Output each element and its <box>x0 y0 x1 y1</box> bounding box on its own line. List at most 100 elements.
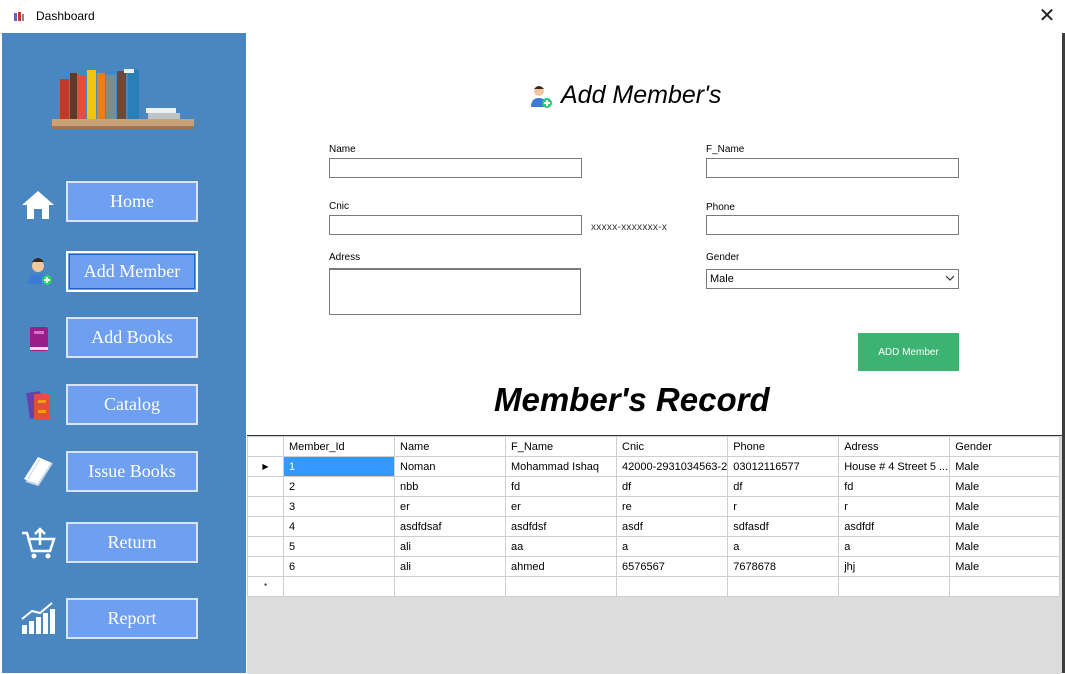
table-cell[interactable]: 7678678 <box>727 556 840 577</box>
row-selected-marker[interactable]: ▶ <box>247 456 284 477</box>
table-cell[interactable]: Male <box>949 556 1061 577</box>
table-cell[interactable]: aa <box>505 536 617 557</box>
table-cell[interactable]: asdf <box>615 516 729 537</box>
table-cell[interactable]: fd <box>838 476 951 497</box>
table-cell[interactable]: df <box>727 476 840 497</box>
sidebar-item-catalog[interactable]: Catalog <box>2 382 246 432</box>
book-icon <box>30 327 48 351</box>
column-header[interactable]: F_Name <box>505 436 617 457</box>
table-cell[interactable] <box>838 576 951 597</box>
table-cell[interactable]: 4 <box>283 516 395 537</box>
table-row[interactable]: 4 asdfdsaf asdfdsf asdf sdfasdf asdfdf M… <box>247 516 1061 537</box>
table-cell[interactable]: 03012116577 <box>727 456 840 477</box>
table-cell[interactable]: asdfdsf <box>505 516 617 537</box>
table-cell[interactable]: 42000-2931034563-2 <box>615 456 729 477</box>
table-cell[interactable]: df <box>615 476 729 497</box>
table-cell[interactable]: 6 <box>283 556 395 577</box>
table-cell[interactable]: a <box>838 536 951 557</box>
home-button[interactable]: Home <box>66 181 198 222</box>
column-header[interactable]: Adress <box>838 436 951 457</box>
table-cell[interactable]: 5 <box>283 536 395 557</box>
close-button[interactable]: ✕ <box>1029 0 1065 32</box>
issue-books-button[interactable]: Issue Books <box>66 451 198 492</box>
row-header[interactable] <box>247 476 284 497</box>
sidebar-item-report[interactable]: Report <box>2 597 246 647</box>
sidebar-item-add-member[interactable]: Add Member <box>2 248 246 298</box>
row-header[interactable] <box>247 556 284 577</box>
member-data-grid[interactable]: Member_Id Name F_Name Cnic Phone Adress … <box>247 435 1062 674</box>
add-member-submit-button[interactable]: ADD Member <box>858 333 959 371</box>
table-cell[interactable]: jhj <box>838 556 951 577</box>
gender-select[interactable]: Male <box>706 269 959 289</box>
table-cell[interactable]: 6576567 <box>615 556 729 577</box>
catalog-button[interactable]: Catalog <box>66 384 198 425</box>
table-cell[interactable]: fd <box>505 476 617 497</box>
name-input[interactable] <box>329 158 582 178</box>
table-cell[interactable]: a <box>615 536 729 557</box>
table-cell[interactable]: re <box>615 496 729 517</box>
table-cell[interactable]: Male <box>949 496 1061 517</box>
table-row[interactable]: 5 ali aa a a a Male <box>247 536 1061 557</box>
sidebar-item-home[interactable]: Home <box>2 179 246 229</box>
cnic-label: Cnic <box>329 201 350 212</box>
return-button[interactable]: Return <box>66 522 198 563</box>
table-cell[interactable]: ali <box>394 536 506 557</box>
table-cell[interactable]: 1 <box>283 456 395 477</box>
table-cell[interactable] <box>505 576 617 597</box>
column-header[interactable]: Phone <box>727 436 840 457</box>
address-label: Adress <box>329 252 361 263</box>
phone-input[interactable] <box>706 215 959 235</box>
table-cell[interactable]: 2 <box>283 476 395 497</box>
row-header[interactable] <box>247 536 284 557</box>
table-cell[interactable]: Male <box>949 536 1061 557</box>
fname-label: F_Name <box>706 144 745 155</box>
main-panel: Add Member's Name F_Name Cnic xxxxx-xxxx… <box>246 33 1062 674</box>
table-cell[interactable] <box>394 576 506 597</box>
table-cell[interactable]: Male <box>949 476 1061 497</box>
column-header[interactable]: Gender <box>949 436 1061 457</box>
table-cell[interactable] <box>615 576 729 597</box>
table-cell[interactable]: Noman <box>394 456 506 477</box>
table-cell[interactable]: sdfasdf <box>727 516 840 537</box>
table-cell[interactable]: r <box>838 496 951 517</box>
table-row[interactable]: 3 er er re r r Male <box>247 496 1061 517</box>
table-cell[interactable]: Male <box>949 516 1061 537</box>
table-cell[interactable]: r <box>727 496 840 517</box>
table-cell[interactable]: 3 <box>283 496 395 517</box>
table-cell[interactable]: asdfdf <box>838 516 951 537</box>
cnic-input[interactable] <box>329 215 582 235</box>
table-cell[interactable]: ali <box>394 556 506 577</box>
table-cell[interactable]: House # 4 Street 5 ... <box>838 456 951 477</box>
report-button[interactable]: Report <box>66 598 198 639</box>
column-header[interactable]: Cnic <box>615 436 729 457</box>
sidebar-item-add-books[interactable]: Add Books <box>2 315 246 365</box>
table-cell[interactable] <box>949 576 1061 597</box>
add-member-button[interactable]: Add Member <box>66 251 198 292</box>
fname-input[interactable] <box>706 158 959 178</box>
table-row[interactable]: 6 ali ahmed 6576567 7678678 jhj Male <box>247 556 1061 577</box>
row-header[interactable] <box>247 496 284 517</box>
table-cell[interactable]: er <box>505 496 617 517</box>
table-cell[interactable]: er <box>394 496 506 517</box>
table-new-row[interactable]: * <box>247 576 1061 597</box>
table-cell[interactable]: Mohammad Ishaq <box>505 456 617 477</box>
chevron-down-icon <box>946 275 954 281</box>
add-books-button[interactable]: Add Books <box>66 317 198 358</box>
table-cell[interactable]: nbb <box>394 476 506 497</box>
column-header[interactable]: Member_Id <box>283 436 395 457</box>
table-row[interactable]: 2 nbb fd df df fd Male <box>247 476 1061 497</box>
table-cell[interactable]: Male <box>949 456 1061 477</box>
table-cell[interactable] <box>283 576 395 597</box>
sidebar-item-return[interactable]: Return <box>2 521 246 571</box>
column-header[interactable]: Name <box>394 436 506 457</box>
table-cell[interactable]: asdfdsaf <box>394 516 506 537</box>
table-cell[interactable]: ahmed <box>505 556 617 577</box>
table-cell[interactable] <box>727 576 840 597</box>
new-row-marker[interactable]: * <box>247 576 284 597</box>
row-header[interactable] <box>247 516 284 537</box>
sidebar-item-issue-books[interactable]: Issue Books <box>2 449 246 499</box>
sidebar: Home Add Member Add Books Catalog Issue … <box>2 33 246 673</box>
address-textarea[interactable] <box>329 268 581 315</box>
table-cell[interactable]: a <box>727 536 840 557</box>
table-row[interactable]: ▶ 1 Noman Mohammad Ishaq 42000-293103456… <box>247 456 1061 477</box>
